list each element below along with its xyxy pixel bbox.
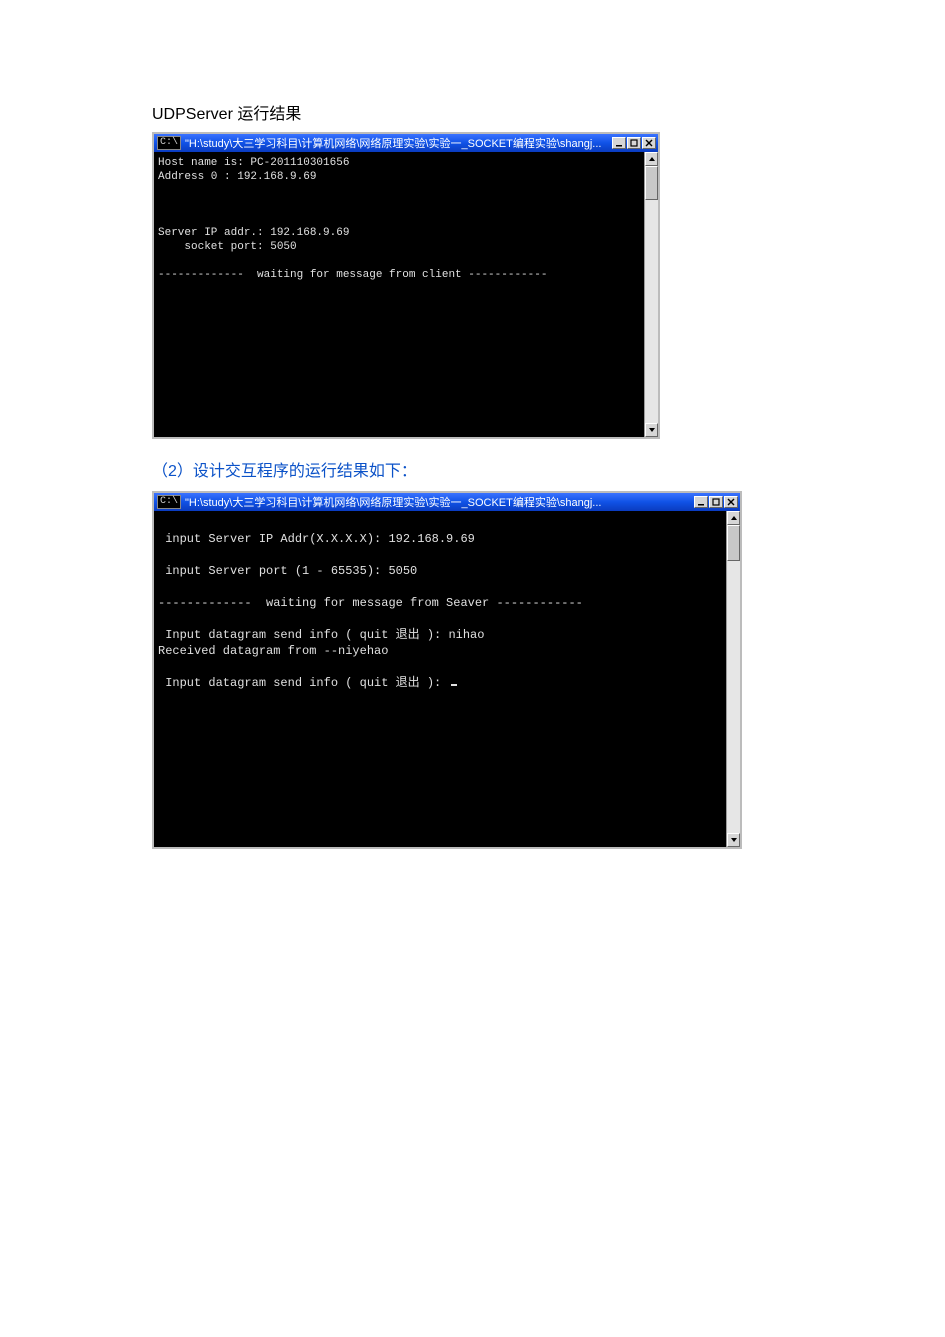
scroll-thumb[interactable] bbox=[645, 166, 658, 200]
minimize-button[interactable] bbox=[694, 496, 708, 508]
chevron-up-icon bbox=[731, 516, 737, 520]
console-window-server: C:\ "H:\study\大三学习科目\计算机网络\网络原理实验\实验一_SO… bbox=[152, 132, 660, 439]
titlebar: C:\ "H:\study\大三学习科目\计算机网络\网络原理实验\实验一_SO… bbox=[154, 493, 740, 511]
term-line: Host name is: PC-201110301656 bbox=[158, 157, 349, 169]
section2-caption: （2）设计交互程序的运行结果如下： bbox=[152, 457, 825, 481]
terminal-output: Host name is: PC-201110301656 Address 0 … bbox=[154, 152, 644, 437]
close-button[interactable] bbox=[724, 496, 738, 508]
scroll-thumb[interactable] bbox=[727, 525, 740, 561]
term-line: Received datagram from --niyehao bbox=[158, 644, 388, 658]
term-line: Input datagram send info ( quit 退出 ): ni… bbox=[158, 628, 484, 642]
console-body: input Server IP Addr(X.X.X.X): 192.168.9… bbox=[154, 511, 740, 847]
window-title: "H:\study\大三学习科目\计算机网络\网络原理实验\实验一_SOCKET… bbox=[185, 135, 608, 151]
scroll-track[interactable] bbox=[645, 166, 658, 423]
term-line: Address 0 : 192.168.9.69 bbox=[158, 171, 316, 183]
scroll-down-button[interactable] bbox=[727, 833, 740, 847]
term-line: input Server IP Addr(X.X.X.X): 192.168.9… bbox=[158, 532, 475, 546]
cmd-icon: C:\ bbox=[157, 136, 181, 150]
term-line: ------------- waiting for message from S… bbox=[158, 596, 583, 610]
document-page: UDPServer 运行结果 C:\ "H:\study\大三学习科目\计算机网… bbox=[0, 0, 945, 1337]
chevron-down-icon bbox=[649, 428, 655, 432]
cmd-icon: C:\ bbox=[157, 495, 181, 509]
term-line: socket port: 5050 bbox=[158, 241, 297, 253]
scroll-up-button[interactable] bbox=[727, 511, 740, 525]
window-title: "H:\study\大三学习科目\计算机网络\网络原理实验\实验一_SOCKET… bbox=[185, 494, 690, 510]
console-window-client: C:\ "H:\study\大三学习科目\计算机网络\网络原理实验\实验一_SO… bbox=[152, 491, 742, 849]
term-line: Server IP addr.: 192.168.9.69 bbox=[158, 227, 349, 239]
maximize-button[interactable] bbox=[627, 137, 641, 149]
maximize-button[interactable] bbox=[709, 496, 723, 508]
term-line: input Server port (1 - 65535): 5050 bbox=[158, 564, 417, 578]
window-controls bbox=[694, 496, 738, 508]
cursor-icon bbox=[451, 684, 457, 686]
chevron-up-icon bbox=[649, 157, 655, 161]
console-body: Host name is: PC-201110301656 Address 0 … bbox=[154, 152, 658, 437]
scroll-up-button[interactable] bbox=[645, 152, 658, 166]
window-controls bbox=[612, 137, 656, 149]
term-line: Input datagram send info ( quit 退出 ): bbox=[158, 676, 448, 690]
vertical-scrollbar[interactable] bbox=[644, 152, 658, 437]
close-button[interactable] bbox=[642, 137, 656, 149]
vertical-scrollbar[interactable] bbox=[726, 511, 740, 847]
terminal-output: input Server IP Addr(X.X.X.X): 192.168.9… bbox=[154, 511, 726, 847]
scroll-down-button[interactable] bbox=[645, 423, 658, 437]
scroll-track[interactable] bbox=[727, 525, 740, 833]
section1-caption: UDPServer 运行结果 bbox=[152, 100, 825, 124]
term-line: ------------- waiting for message from c… bbox=[158, 269, 547, 281]
chevron-down-icon bbox=[731, 838, 737, 842]
titlebar: C:\ "H:\study\大三学习科目\计算机网络\网络原理实验\实验一_SO… bbox=[154, 134, 658, 152]
content-column: UDPServer 运行结果 C:\ "H:\study\大三学习科目\计算机网… bbox=[152, 0, 825, 849]
minimize-button[interactable] bbox=[612, 137, 626, 149]
